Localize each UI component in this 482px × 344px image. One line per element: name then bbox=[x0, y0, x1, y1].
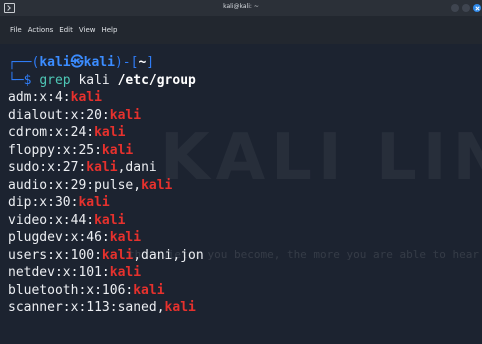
command-path: /etc/group bbox=[117, 72, 196, 88]
prompt-dir-close: ] bbox=[146, 55, 155, 70]
prompt-host: kali bbox=[83, 55, 115, 70]
output-line: dip:x:30:kali bbox=[8, 194, 204, 212]
output-line: video:x:44:kali bbox=[8, 212, 204, 230]
output-group-text: video:x:44: bbox=[8, 212, 95, 228]
watermark-logo-text: KALI LINUX bbox=[160, 121, 482, 195]
menu-edit[interactable]: Edit bbox=[59, 26, 73, 34]
output-line: plugdev:x:46:kali bbox=[8, 229, 204, 247]
output-match-highlight: kali bbox=[70, 90, 102, 105]
window-title: kali@kali: ~ bbox=[223, 3, 259, 10]
prompt-line-1: ┌──(kali㉿kali)-[~] bbox=[8, 54, 204, 72]
prompt-user: kali bbox=[39, 55, 71, 70]
output-group-text: adm:x:4: bbox=[8, 90, 71, 105]
output-line: users:x:100:kali,dani,jon bbox=[8, 247, 204, 265]
output-line: scanner:x:113:saned,kali bbox=[8, 299, 204, 317]
output-match-highlight: kali bbox=[109, 107, 142, 123]
minimize-button[interactable] bbox=[451, 4, 459, 12]
output-group-text: floppy:x:25: bbox=[8, 142, 102, 158]
prompt-dollar: └─$ bbox=[8, 72, 40, 88]
menu-file[interactable]: File bbox=[10, 26, 22, 34]
prompt-line-2: └─$ grep kali /etc/group bbox=[8, 72, 204, 90]
grep-output: adm:x:4:kali dialout:x:20:kali cdrom:x:24:… bbox=[8, 89, 204, 317]
output-line: floppy:x:25:kali bbox=[8, 142, 204, 160]
terminal-output-area[interactable]: KALI LINUX the quieter you become, the m… bbox=[0, 44, 482, 344]
output-line: sudo:x:27:kali,dani bbox=[8, 159, 204, 177]
output-match-highlight: kali bbox=[101, 142, 134, 158]
title-bar[interactable]: kali@kali: ~ bbox=[0, 0, 482, 16]
output-match-highlight: kali bbox=[78, 195, 110, 210]
output-trailing-text: ,dani,jon bbox=[133, 247, 204, 263]
output-match-highlight: kali bbox=[101, 247, 134, 263]
output-trailing-text: ,dani bbox=[117, 160, 157, 175]
output-line: cdrom:x:24:kali bbox=[8, 124, 204, 142]
output-group-text: dialout:x:20: bbox=[8, 107, 110, 123]
output-match-highlight: kali bbox=[141, 177, 173, 193]
output-line: netdev:x:101:kali bbox=[8, 264, 204, 282]
output-line: adm:x:4:kali bbox=[8, 89, 204, 107]
output-group-text: sudo:x:27: bbox=[8, 160, 87, 175]
prompt-bracket: )-[ bbox=[114, 55, 139, 70]
menu-help[interactable]: Help bbox=[101, 26, 117, 34]
output-match-highlight: kali bbox=[109, 230, 142, 245]
prompt-prefix: ┌──( bbox=[8, 55, 40, 70]
output-match-highlight: kali bbox=[133, 282, 165, 298]
output-match-highlight: kali bbox=[94, 125, 126, 140]
output-line: audio:x:29:pulse,kali bbox=[8, 177, 204, 195]
maximize-button[interactable] bbox=[462, 4, 470, 12]
output-group-text: netdev:x:101: bbox=[8, 265, 110, 280]
command-name: grep bbox=[39, 72, 71, 88]
command-arg: kali bbox=[78, 72, 110, 88]
output-group-text: bluetooth:x:106: bbox=[8, 282, 134, 298]
output-group-text: dip:x:30: bbox=[8, 195, 79, 210]
output-group-text: users:x:100: bbox=[8, 247, 102, 263]
output-line: bluetooth:x:106:kali bbox=[8, 282, 204, 300]
terminal-window: kali@kali: ~ File Actions Edit View Help… bbox=[0, 0, 482, 344]
menu-bar: File Actions Edit View Help bbox=[0, 16, 482, 44]
output-match-highlight: kali bbox=[86, 160, 118, 175]
output-match-highlight: kali bbox=[109, 265, 142, 280]
output-group-text: scanner:x:113:saned, bbox=[8, 300, 165, 315]
output-group-text: plugdev:x:46: bbox=[8, 230, 110, 245]
close-button[interactable] bbox=[473, 4, 481, 12]
output-group-text: cdrom:x:24: bbox=[8, 125, 95, 140]
output-match-highlight: kali bbox=[94, 212, 126, 228]
output-group-text: audio:x:29:pulse, bbox=[8, 177, 142, 193]
output-line: dialout:x:20:kali bbox=[8, 107, 204, 125]
terminal-lines: ┌──(kali㉿kali)-[~] └─$ grep kali /etc/gr… bbox=[8, 54, 204, 317]
output-match-highlight: kali bbox=[164, 300, 196, 315]
prompt-at-symbol: ㉿ bbox=[70, 55, 84, 70]
menu-actions[interactable]: Actions bbox=[28, 26, 54, 34]
menu-view[interactable]: View bbox=[79, 26, 96, 34]
